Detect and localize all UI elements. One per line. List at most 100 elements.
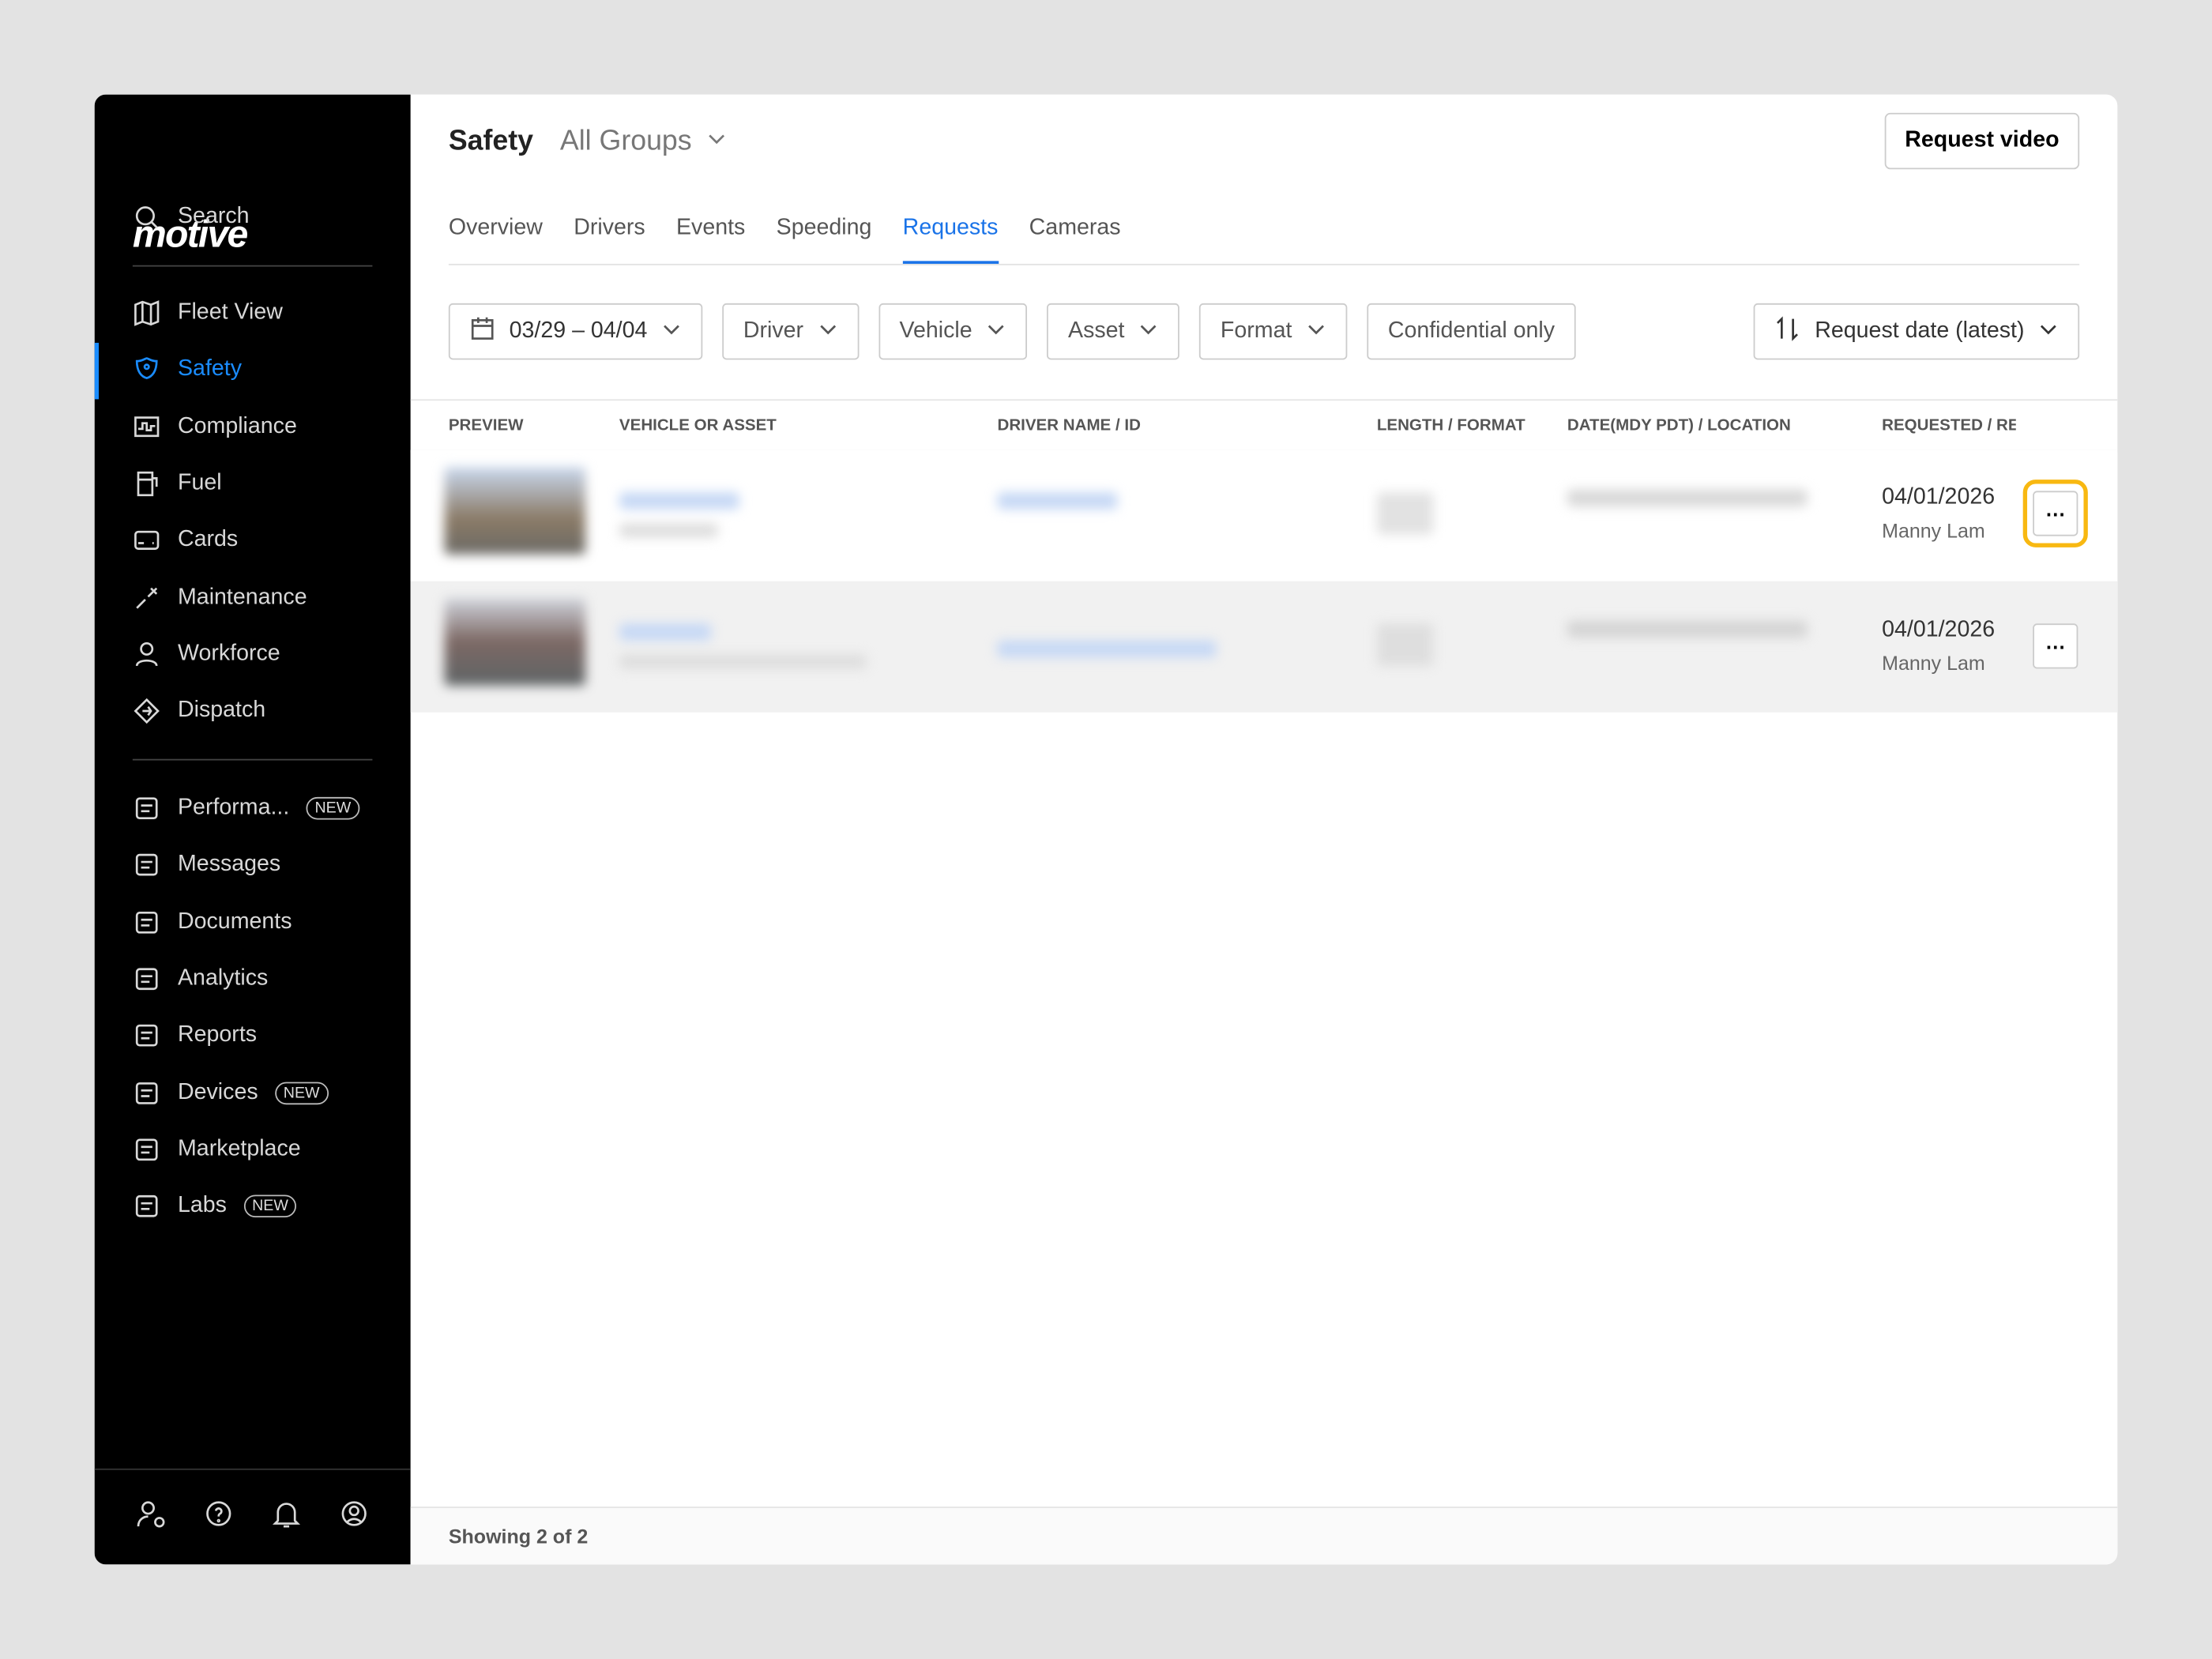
sidebar-item-marketplace[interactable]: Marketplace	[133, 1128, 373, 1171]
video-thumbnail[interactable]	[444, 467, 586, 555]
user-settings-icon[interactable]	[135, 1498, 166, 1536]
trophy-icon	[133, 794, 161, 822]
sidebar-item-devices[interactable]: Devices NEW	[133, 1071, 373, 1114]
date-range-label: 03/29 – 04/04	[509, 318, 648, 343]
video-thumbnail[interactable]	[444, 598, 586, 686]
user-icon	[133, 640, 161, 668]
vehicle-filter[interactable]: Vehicle	[878, 303, 1028, 360]
fuel-icon	[133, 469, 161, 498]
sidebar-item-reports[interactable]: Reports	[133, 1014, 373, 1057]
more-actions-button[interactable]: ⋯	[2033, 623, 2078, 669]
tab-events[interactable]: Events	[676, 213, 745, 264]
redacted-text	[1567, 620, 1808, 638]
table-header: PREVIEW VEHICLE OR ASSET DRIVER NAME / I…	[410, 399, 2118, 453]
active-indicator	[94, 342, 99, 400]
bell-icon[interactable]	[271, 1498, 302, 1536]
request-video-button[interactable]: Request video	[1884, 112, 2080, 170]
account-icon[interactable]	[339, 1498, 370, 1536]
col-preview: PREVIEW	[448, 417, 524, 434]
sidebar-item-safety[interactable]: Safety	[133, 349, 373, 392]
sidebar-item-label: Cards	[177, 528, 239, 552]
sort-dropdown[interactable]: Request date (latest)	[1754, 303, 2080, 360]
analytics-icon	[133, 965, 161, 993]
driver-link-redacted[interactable]	[997, 640, 1217, 658]
sidebar-item-compliance[interactable]: Compliance	[133, 406, 373, 449]
requested-date: 04/01/2026	[1882, 618, 1996, 642]
table-row[interactable]: 04/01/2026 Manny Lam ⋯	[410, 450, 2118, 581]
app-window: motive Search Fleet View Safety Compliance…	[94, 94, 2118, 1565]
sidebar-item-fleet-view[interactable]: Fleet View	[133, 292, 373, 335]
format-filter[interactable]: Format	[1199, 303, 1348, 360]
sidebar-item-label: Marketplace	[177, 1136, 301, 1161]
requested-by: Manny Lam	[1882, 651, 1985, 675]
sidebar-item-label: Workforce	[177, 641, 280, 666]
date-range-filter[interactable]: 03/29 – 04/04	[448, 303, 703, 360]
reports-icon	[133, 1021, 161, 1050]
sidebar-item-performa[interactable]: Performa... NEW	[133, 787, 373, 830]
tab-requests[interactable]: Requests	[902, 213, 999, 264]
sidebar-item-messages[interactable]: Messages	[133, 844, 373, 886]
sidebar-item-labs[interactable]: Labs NEW	[133, 1185, 373, 1228]
chevron-down-icon	[1306, 318, 1326, 345]
table-footer: Showing 2 of 2	[410, 1507, 2118, 1565]
divider	[132, 265, 373, 267]
sidebar-item-analytics[interactable]: Analytics	[133, 957, 373, 1000]
sidebar-item-fuel[interactable]: Fuel	[133, 463, 373, 506]
dispatch-icon	[133, 697, 161, 725]
col-requested: REQUESTED / RE	[1882, 417, 2016, 434]
sidebar-item-workforce[interactable]: Workforce	[133, 633, 373, 675]
col-vehicle: VEHICLE OR ASSET	[619, 417, 777, 434]
tab-cameras[interactable]: Cameras	[1029, 213, 1121, 264]
group-selector[interactable]: All Groups	[560, 126, 728, 158]
sidebar-item-dispatch[interactable]: Dispatch	[133, 690, 373, 732]
sidebar-search[interactable]: Search	[133, 196, 373, 239]
search-icon	[133, 203, 161, 231]
redacted-text	[1376, 492, 1434, 535]
requested-date: 04/01/2026	[1882, 485, 1996, 510]
sidebar-item-label: Documents	[177, 909, 292, 934]
sidebar-item-label: Reports	[177, 1022, 258, 1048]
calendar-icon	[470, 315, 495, 348]
asset-filter[interactable]: Asset	[1047, 303, 1180, 360]
search-label: Search	[177, 204, 250, 229]
tab-speeding[interactable]: Speeding	[777, 213, 872, 264]
requested-by: Manny Lam	[1882, 519, 1985, 542]
sidebar-item-label: Fleet View	[177, 300, 283, 325]
confidential-only-toggle[interactable]: Confidential only	[1367, 303, 1576, 360]
sidebar-item-documents[interactable]: Documents	[133, 901, 373, 943]
devices-icon	[133, 1078, 161, 1107]
sidebar-item-label: Labs	[177, 1193, 227, 1218]
help-icon[interactable]	[203, 1498, 234, 1536]
vehicle-link-redacted[interactable]	[619, 623, 711, 641]
sidebar-item-label: Devices	[177, 1079, 258, 1104]
new-badge: NEW	[275, 1081, 329, 1104]
tab-bar: Overview Drivers Events Speeding Requests Cam…	[448, 213, 2080, 265]
col-date: DATE(MDY PDT) / LOCATION	[1567, 417, 1791, 434]
marketplace-icon	[133, 1135, 161, 1164]
requested-cell: 04/01/2026 Manny Lam	[1882, 618, 1995, 674]
card-icon	[133, 526, 161, 555]
divider	[132, 758, 373, 761]
sidebar-item-label: Analytics	[177, 966, 269, 991]
sidebar-item-label: Dispatch	[177, 698, 266, 723]
labs-icon	[133, 1192, 161, 1221]
tab-overview[interactable]: Overview	[449, 213, 543, 264]
driver-link-redacted[interactable]	[997, 492, 1118, 510]
sidebar-item-label: Maintenance	[177, 585, 307, 609]
tab-drivers[interactable]: Drivers	[574, 213, 645, 264]
sidebar-item-maintenance[interactable]: Maintenance	[133, 576, 373, 619]
redacted-text	[1567, 489, 1808, 507]
page-title: Safety	[448, 125, 534, 157]
vehicle-link-redacted[interactable]	[619, 492, 739, 510]
new-badge: NEW	[243, 1194, 297, 1218]
document-icon	[133, 908, 161, 936]
messages-icon	[133, 851, 161, 879]
table-row[interactable]: 04/01/2026 Manny Lam ⋯	[410, 581, 2118, 713]
wrench-icon	[133, 583, 161, 611]
redacted-text	[1376, 623, 1434, 666]
sidebar-item-label: Safety	[177, 357, 242, 382]
sidebar-item-cards[interactable]: Cards	[133, 519, 373, 562]
group-label: All Groups	[559, 125, 692, 157]
new-badge: NEW	[306, 796, 360, 820]
driver-filter[interactable]: Driver	[722, 303, 859, 360]
